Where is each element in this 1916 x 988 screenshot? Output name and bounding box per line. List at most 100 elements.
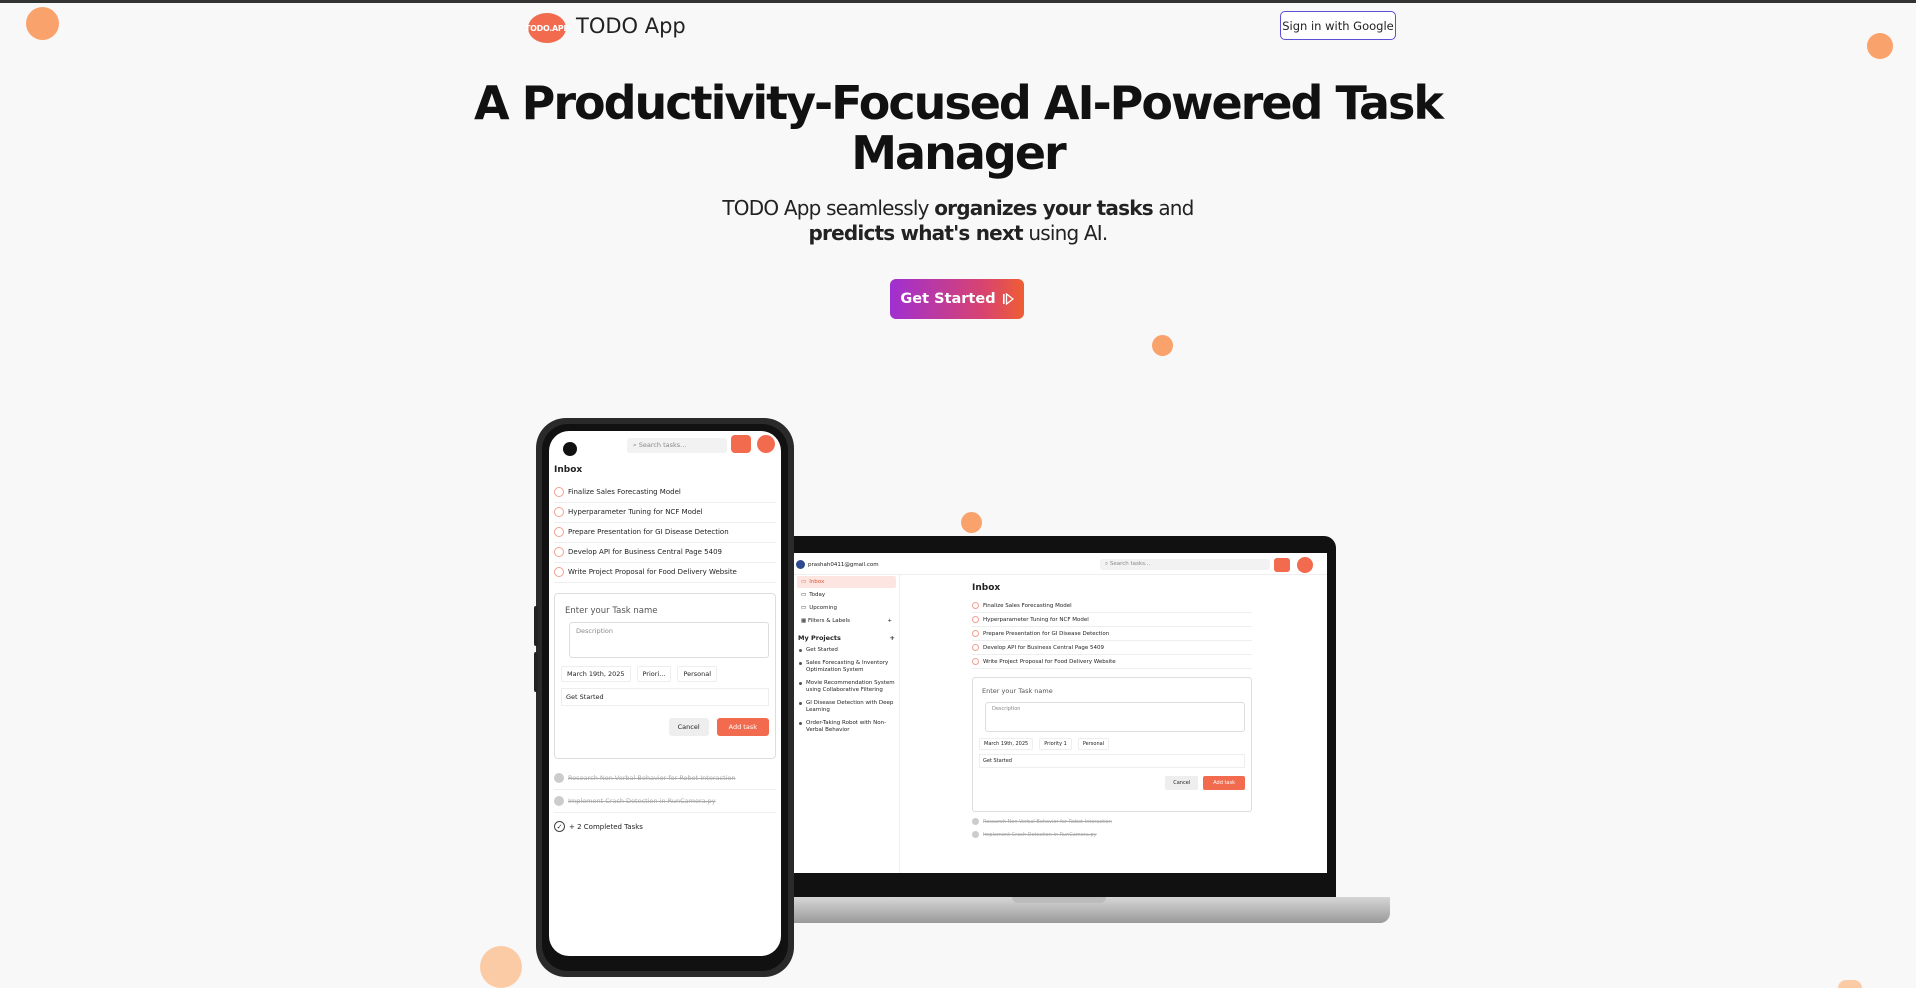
search-button[interactable] [731,435,751,453]
hero-subtitle: TODO App seamlessly organizes your tasks… [558,196,1358,246]
search-input[interactable]: ⌕ Search tasks... [627,438,727,453]
inbox-title: Inbox [554,465,583,475]
hero-sub-text: and [1152,196,1194,220]
description-input[interactable]: Description [569,622,769,658]
completed-task-row[interactable]: Research Non-Verbal Behavior for Robot I… [554,767,776,790]
get-started-button[interactable]: Get Started [890,279,1024,319]
phone-side-button [534,652,538,692]
laptop-app-header: prashah0411@gmail.com ⌕ Search tasks... [794,553,1327,575]
project-select[interactable]: Get Started [561,688,769,706]
add-task-button[interactable]: Add task [716,718,769,736]
sidebar-item-inbox[interactable]: ▭ Inbox [797,576,896,588]
task-title: Research Non-Verbal Behavior for Robot I… [568,774,736,782]
task-row[interactable]: Write Project Proposal for Food Delivery… [972,655,1252,669]
decor-dot [961,512,982,533]
task-name-input[interactable]: Enter your Task name [565,606,769,616]
sidebar-item-upcoming[interactable]: ▭ Upcoming [797,602,896,614]
checkbox[interactable] [972,630,979,637]
top-border [0,0,1916,3]
task-row[interactable]: Develop API for Business Central Page 54… [972,641,1252,655]
task-options: March 19th, 2025 Priori... Personal [561,666,769,682]
task-title: Hyperparameter Tuning for NCF Model [568,508,703,516]
label-select[interactable]: Personal [1077,738,1110,750]
checked-icon[interactable] [972,831,979,838]
plus-icon[interactable]: + [890,634,895,642]
check-circle-icon: ✓ [554,821,565,832]
inbox-title: Inbox [972,583,1001,593]
task-title: Hyperparameter Tuning for NCF Model [983,616,1089,623]
project-select[interactable]: Get Started [979,754,1245,768]
phone-screen: ⌕ Search tasks... Inbox Finalize Sales F… [549,431,781,956]
top-nav: TODO.APP TODO App Sign in with Google [525,11,1396,45]
sidebar-item-today[interactable]: ▭ Today [797,589,896,601]
task-title: Prepare Presentation for GI Disease Dete… [983,630,1110,637]
completed-task-row[interactable]: Implement Crash Detection in RunCamera.p… [554,790,776,813]
add-task-form: Enter your Task name Description March 1… [972,677,1252,812]
sidebar-item-label: Upcoming [809,605,837,611]
task-name-input[interactable]: Enter your Task name [982,687,1245,695]
task-row[interactable]: Finalize Sales Forecasting Model [972,599,1252,613]
priority-select[interactable]: Priority 1 [1039,738,1072,750]
date-picker[interactable]: March 19th, 2025 [979,738,1034,750]
add-task-button[interactable]: Add task [1203,776,1245,790]
plus-icon[interactable]: + [887,618,892,624]
checkbox[interactable] [972,616,979,623]
project-item[interactable]: Sales Forecasting & Inventory Optimizati… [794,657,899,677]
checkbox[interactable] [554,487,564,497]
sidebar-item-label: Today [809,592,826,598]
checkbox[interactable] [554,527,564,537]
form-actions: Cancel Add task [561,718,769,736]
task-title: Implement Crash Detection in RunCamera.p… [983,831,1097,838]
project-item[interactable]: GI Disease Detection with Deep Learning [794,697,899,717]
cancel-button[interactable]: Cancel [1165,776,1199,790]
task-title: Develop API for Business Central Page 54… [983,644,1104,651]
checked-icon[interactable] [554,773,564,783]
projects-title: My Projects [798,634,841,642]
completed-task-row[interactable]: Implement Crash Detection in RunCamera.p… [972,831,1252,838]
task-title: Implement Crash Detection in RunCamera.p… [568,797,716,805]
projects-header: My Projects + [794,628,899,644]
description-input[interactable]: Description [985,702,1245,732]
form-actions: Cancel Add task [979,776,1245,790]
task-row[interactable]: Write Project Proposal for Food Delivery… [554,563,776,583]
task-row[interactable]: Prepare Presentation for GI Disease Dete… [554,523,776,543]
checked-icon[interactable] [972,818,979,825]
project-item[interactable]: Order-Taking Robot with Non-Verbal Behav… [794,717,899,737]
checkbox[interactable] [554,567,564,577]
completed-task-row[interactable]: Research Non-Verbal Behavior for Robot I… [972,818,1252,825]
task-row[interactable]: Finalize Sales Forecasting Model [554,483,776,503]
hero-title-line1: A Productivity-Focused AI-Powered Task [474,76,1444,130]
completed-tasks-toggle[interactable]: ✓ + 2 Completed Tasks [554,813,776,840]
task-title: Develop API for Business Central Page 54… [568,548,722,556]
checked-icon[interactable] [554,796,564,806]
checkbox[interactable] [554,547,564,557]
avatar[interactable] [757,435,775,453]
search-button[interactable] [1274,558,1290,572]
hero-title: A Productivity-Focused AI-Powered Task M… [458,78,1458,178]
checkbox[interactable] [972,644,979,651]
search-input[interactable]: ⌕ Search tasks... [1100,559,1270,570]
cancel-button[interactable]: Cancel [668,718,709,736]
sidebar-item-filters[interactable]: ▦ Filters & Labels + [797,615,896,627]
checkbox[interactable] [972,658,979,665]
avatar[interactable] [1297,557,1313,573]
get-started-label: Get Started [900,291,996,307]
brand-name[interactable]: TODO App [576,14,686,38]
task-row[interactable]: Hyperparameter Tuning for NCF Model [554,503,776,523]
sign-in-google-button[interactable]: Sign in with Google [1280,11,1396,40]
task-row[interactable]: Prepare Presentation for GI Disease Dete… [972,627,1252,641]
hero-sub-text: TODO App seamlessly [722,196,935,220]
sidebar-item-label: ▦ Filters & Labels [801,618,850,624]
project-item[interactable]: Get Started [794,644,899,657]
checkbox[interactable] [554,507,564,517]
project-item[interactable]: Movie Recommendation System using Collab… [794,677,899,697]
date-picker[interactable]: March 19th, 2025 [561,666,631,682]
priority-select[interactable]: Priori... [636,666,672,682]
checkbox[interactable] [972,602,979,609]
task-title: Finalize Sales Forecasting Model [983,602,1072,609]
task-row[interactable]: Develop API for Business Central Page 54… [554,543,776,563]
user-menu[interactable]: prashah0411@gmail.com [796,560,879,569]
task-row[interactable]: Hyperparameter Tuning for NCF Model [972,613,1252,627]
label-select[interactable]: Personal [677,666,718,682]
brand-logo[interactable]: TODO.APP [525,13,569,43]
